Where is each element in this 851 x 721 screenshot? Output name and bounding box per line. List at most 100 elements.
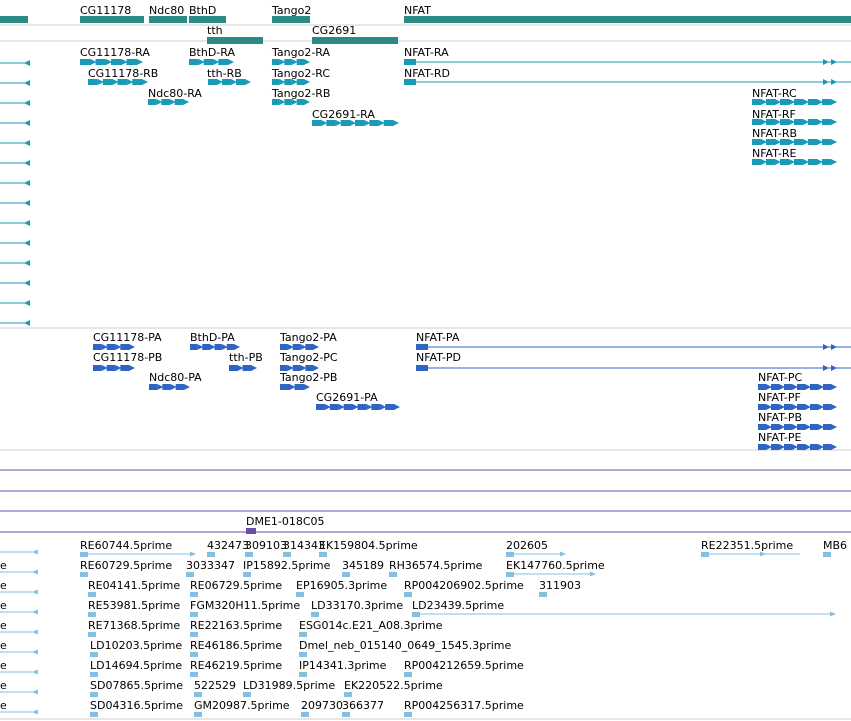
transcript-feature-exon[interactable] [284,59,292,65]
protein-label[interactable]: CG11178-PB [93,351,162,364]
protein-label[interactable]: BthD-PA [190,331,235,344]
protein-feature-exon[interactable] [771,404,779,410]
est-feature[interactable] [823,552,831,557]
protein-feature-exon[interactable] [810,424,818,430]
gene-span-tango2[interactable] [272,16,310,23]
protein-feature-exon[interactable] [810,444,818,450]
protein-feature-exon[interactable] [93,344,102,350]
protein-label[interactable]: NFAT-PA [416,331,459,344]
protein-feature-exon[interactable] [120,365,129,371]
protein-feature-exon[interactable] [771,424,779,430]
gene-span-cg2691[interactable] [312,37,398,44]
gene-label-tth[interactable]: tth [207,24,223,37]
protein-label[interactable]: tth-PB [229,351,263,364]
est-label[interactable]: RE46186.5prime [190,639,282,652]
gene-span-bthd[interactable] [189,16,226,23]
est-feature[interactable] [283,552,291,557]
est-label[interactable]: RH36574.5prime [389,559,482,572]
protein-feature-exon[interactable] [797,424,805,430]
est-feature[interactable] [88,632,96,637]
est-label[interactable]: 366377 [342,699,384,712]
transcript-feature-exon[interactable] [203,59,214,65]
protein-feature-exon[interactable] [758,424,766,430]
protein-feature-exon[interactable] [797,384,805,390]
protein-feature-exon[interactable] [784,404,792,410]
est-feature[interactable] [539,592,547,597]
protein-feature-exon[interactable] [823,404,831,410]
est-label[interactable]: LD10203.5prime [90,639,182,652]
est-feature[interactable] [207,552,215,557]
est-feature[interactable] [301,712,309,717]
protein-feature-exon[interactable] [292,344,301,350]
est-label[interactable]: LD31989.5prime [243,679,335,692]
est-label[interactable]: 209730 [301,699,343,712]
est-label[interactable]: SD04316.5prime [90,699,183,712]
protein-feature-exon[interactable] [758,384,766,390]
est-label[interactable]: MB6 [823,539,847,552]
protein-label[interactable]: NFAT-PB [758,411,802,424]
protein-label[interactable]: NFAT-PF [758,391,801,404]
protein-label[interactable]: Tango2-PB [280,371,337,384]
transcript-label[interactable]: CG11178-RA [80,46,150,59]
est-feature[interactable] [90,652,98,657]
est-label[interactable]: RP004206902.5prime [404,579,524,592]
est-feature[interactable] [299,652,307,657]
protein-label[interactable]: NFAT-PD [416,351,461,364]
transcript-feature-exon[interactable] [111,59,122,65]
protein-feature-exon[interactable] [214,344,222,350]
gene-label-cg2691[interactable]: CG2691 [312,24,356,37]
est-feature[interactable] [404,672,412,677]
offscreen-est-label[interactable]: e [0,699,7,712]
est-label[interactable]: EK220522.5prime [344,679,443,692]
protein-feature-exon[interactable] [771,384,779,390]
protein-feature-exon[interactable] [242,365,252,371]
est-feature[interactable] [243,572,251,577]
est-label[interactable]: ESG014c.E21_A08.3prime [299,619,443,632]
offscreen-est-label[interactable]: e [0,579,7,592]
offscreen-est-label[interactable]: e [0,599,7,612]
gene-span-ndc80[interactable] [149,16,187,23]
protein-feature-exon[interactable] [280,344,288,350]
offscreen-est-label[interactable]: e [0,559,7,572]
transcript-feature-exon[interactable] [822,119,831,125]
est-feature[interactable] [190,652,198,657]
est-label[interactable]: RE60744.5prime [80,539,172,552]
transcript-feature-exon[interactable] [808,159,817,165]
transcript-label[interactable]: NFAT-RC [752,87,797,100]
transcript-label[interactable]: CG2691-RA [312,108,375,121]
protein-feature-exon[interactable] [371,404,381,410]
transcript-feature-exon[interactable] [189,59,199,65]
est-label[interactable]: RE04141.5prime [88,579,180,592]
est-feature[interactable] [190,672,198,677]
transcript-feature-exon[interactable] [822,159,831,165]
protein-feature-exon[interactable] [106,344,116,350]
transcript-feature-exon[interactable] [822,139,831,145]
est-feature[interactable] [404,592,412,597]
est-label[interactable]: EP16905.3prime [296,579,387,592]
est-feature[interactable] [90,692,98,697]
offscreen-est-label[interactable]: e [0,659,7,672]
est-feature[interactable] [299,632,307,637]
est-label[interactable]: RE60729.5prime [80,559,172,572]
transcript-label[interactable]: Tango2-RA [272,46,330,59]
protein-label[interactable]: Tango2-PA [280,331,337,344]
est-label[interactable]: 3033347 [186,559,235,572]
est-label[interactable]: RP004256317.5prime [404,699,524,712]
transcript-feature-exon[interactable] [808,99,817,105]
est-label[interactable]: LD33170.3prime [311,599,403,612]
gene-label-cg11178[interactable]: CG11178 [80,4,131,17]
genome-browser-view[interactable]: CG11178 Ndc80 BthD Tango2 NFAT tth CG2691 CG111… [0,0,851,721]
est-label[interactable]: GM20987.5prime [194,699,290,712]
protein-feature-exon[interactable] [149,384,158,390]
est-feature[interactable] [404,712,412,717]
transcript-feature-exon[interactable] [808,119,817,125]
est-feature[interactable] [245,552,253,557]
est-label[interactable]: 345189 [342,559,384,572]
gene-label-ndc80[interactable]: Ndc80 [149,4,184,17]
est-label[interactable]: RP004212659.5prime [404,659,524,672]
transcript-feature-exon[interactable] [404,59,416,65]
protein-feature-exon[interactable] [280,384,290,390]
est-label[interactable]: 432473 [207,539,249,552]
protein-label[interactable]: Tango2-PC [280,351,338,364]
est-label[interactable]: RE53981.5prime [88,599,180,612]
